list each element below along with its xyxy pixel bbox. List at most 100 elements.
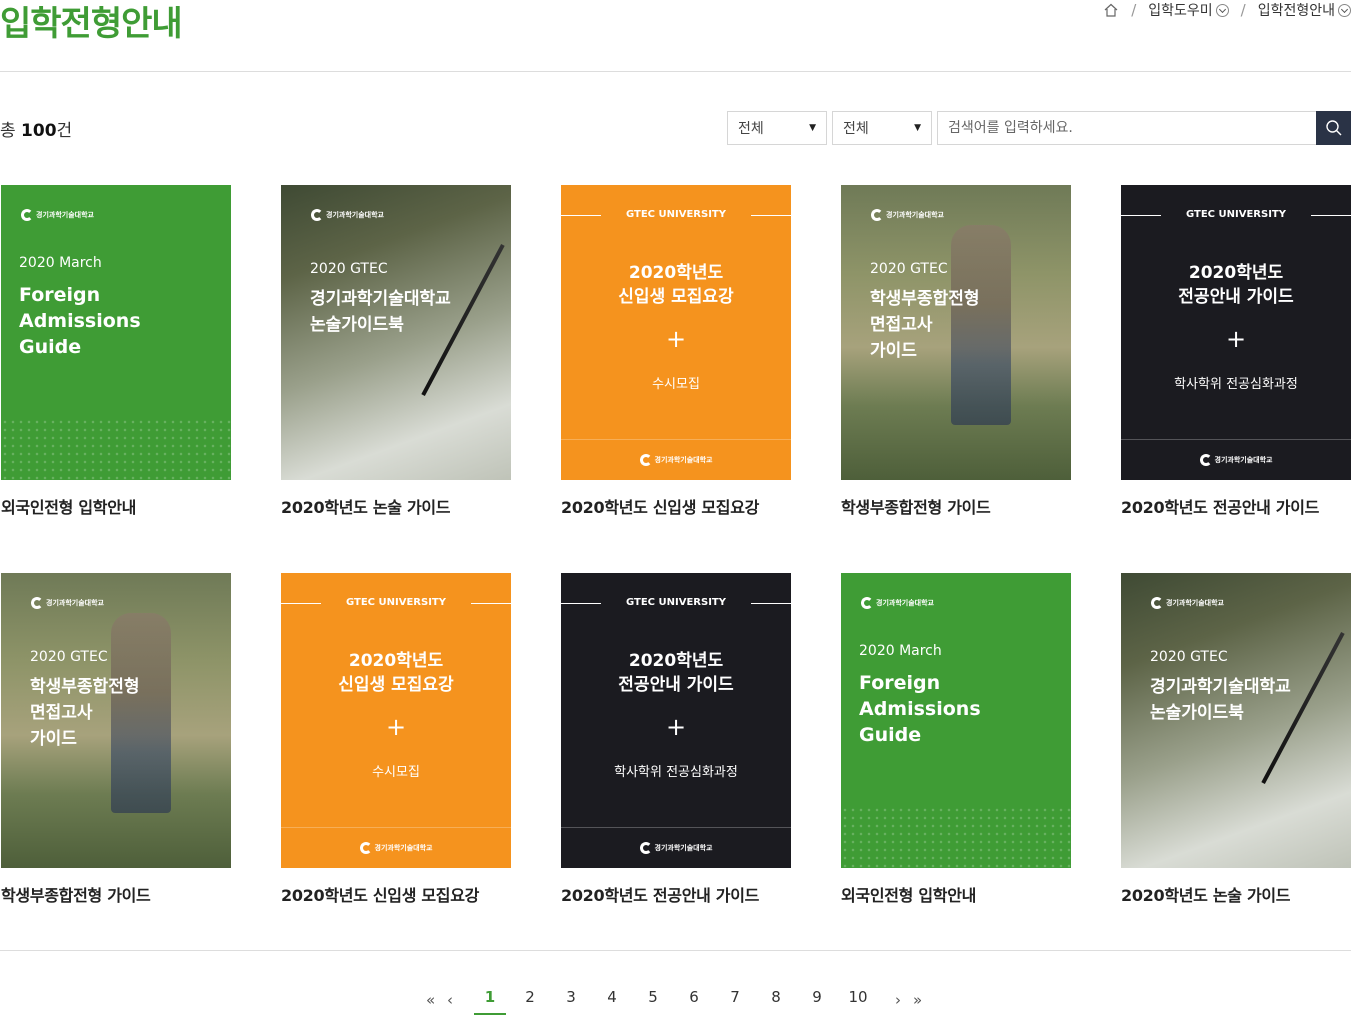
publication-card[interactable]: GTEC UNIVERSITY 2020학년도 신입생 모집요강 + 수시모집경기과학… — [561, 185, 791, 518]
publication-card[interactable]: GTEC UNIVERSITY 2020학년도 신입생 모집요강 + 수시모집 경기과학… — [281, 573, 511, 906]
card-title[interactable]: 2020학년도 신입생 모집요강 — [281, 882, 511, 906]
card-title[interactable]: 학생부종합전형 가이드 — [1, 882, 231, 906]
plus-icon: + — [665, 713, 687, 741]
logo-mark-icon — [359, 842, 372, 854]
cover-image[interactable]: GTEC UNIVERSITY 2020학년도 신입생 모집요강 + 수시모집 경기과학… — [281, 573, 511, 868]
cover-footer: 경기과학기술대학교 — [561, 827, 791, 868]
cover-heading: 경기과학기술대학교 논술가이드북 — [1150, 677, 1291, 723]
publication-card[interactable]: 경기과학기술대학교 2020 GTEC 학생부종합전형 면접고사 가이드학생부종합전… — [841, 185, 1071, 518]
cover-image[interactable]: GTEC UNIVERSITY 2020학년도 전공안내 가이드 + 학사학위 전공심… — [561, 573, 791, 868]
home-icon[interactable] — [1103, 2, 1119, 18]
cover-image[interactable]: GTEC UNIVERSITY 2020학년도 전공안내 가이드 + 학사학위 전공심… — [1121, 185, 1351, 480]
logo-text: 경기과학기술대학교 — [1214, 456, 1273, 464]
cover-image[interactable]: 경기과학기술대학교 2020 GTEC 경기과학기술대학교 논술가이드북 — [1121, 573, 1351, 868]
page-link[interactable]: 5 — [641, 988, 665, 1006]
cover-image[interactable]: 경기과학기술대학교 2020 GTEC 학생부종합전형 면접고사 가이드 — [841, 185, 1071, 480]
page-link[interactable]: 3 — [559, 988, 583, 1006]
band-label: GTEC UNIVERSITY — [626, 597, 726, 608]
chevron-down-icon[interactable] — [1215, 3, 1229, 17]
logo-mark-icon — [861, 597, 873, 609]
plus-icon: + — [665, 325, 687, 353]
logo-mark-icon — [639, 842, 652, 854]
logo-mark-icon — [31, 597, 43, 609]
cover-image[interactable]: 경기과학기술대학교 2020 GTEC 경기과학기술대학교 논술가이드북 — [281, 185, 511, 480]
cover-subtitle: 2020 GTEC — [310, 261, 388, 277]
category-select-1[interactable]: 전체 ▼ — [727, 111, 827, 145]
cover-subtitle: 2020 March — [19, 255, 102, 271]
publication-card[interactable]: GTEC UNIVERSITY 2020학년도 전공안내 가이드 + 학사학위 전공심… — [561, 573, 791, 906]
publication-card[interactable]: 경기과학기술대학교 2020 GTEC 경기과학기술대학교 논술가이드북 2020학년… — [281, 185, 511, 518]
card-title[interactable]: 2020학년도 신입생 모집요강 — [561, 494, 791, 518]
dropdown-arrow-icon: ▼ — [809, 123, 816, 133]
logo-text: 경기과학기술대학교 — [654, 456, 713, 464]
page-link[interactable]: 4 — [600, 988, 624, 1006]
card-title[interactable]: 외국인전형 입학안내 — [841, 882, 1071, 906]
card-title[interactable]: 2020학년도 전공안내 가이드 — [1121, 494, 1351, 518]
select-value: 전체 — [843, 121, 869, 137]
cover-heading: 2020학년도 신입생 모집요강 — [618, 263, 734, 307]
total-count: 총 100건 — [0, 116, 72, 141]
cover-image[interactable]: 경기과학기술대학교 2020 March Foreign Admissions Gu… — [841, 573, 1071, 868]
page-link[interactable]: 1 — [478, 988, 502, 1006]
logo-mark-icon — [1151, 597, 1163, 609]
search-input[interactable] — [937, 111, 1316, 145]
publication-card[interactable]: 경기과학기술대학교 2020 GTEC 학생부종합전형 면접고사 가이드 학생부종합전… — [1, 573, 231, 906]
logo-text: 경기과학기술대학교 — [326, 211, 384, 219]
cover-heading: Foreign Admissions Guide — [859, 672, 981, 746]
prev-page-icon[interactable]: ‹ — [447, 991, 453, 1009]
publication-card[interactable]: 경기과학기술대학교 2020 GTEC 경기과학기술대학교 논술가이드북 2020학년… — [1121, 573, 1351, 906]
cover-image[interactable]: 경기과학기술대학교 2020 March Foreign Admissions Gu… — [1, 185, 231, 480]
university-logo: 경기과학기술대학교 — [1151, 597, 1224, 609]
cover-heading: 학생부종합전형 면접고사 가이드 — [30, 677, 140, 749]
cover-subtitle: 2020 GTEC — [870, 261, 948, 277]
card-title[interactable]: 외국인전형 입학안내 — [1, 494, 231, 518]
category-select-2[interactable]: 전체 ▼ — [832, 111, 932, 145]
breadcrumb-level1[interactable]: 입학도우미 — [1148, 0, 1212, 20]
card-title[interactable]: 2020학년도 논술 가이드 — [1121, 882, 1351, 906]
breadcrumb-level2[interactable]: 입학전형안내 — [1258, 0, 1335, 20]
search-button[interactable] — [1316, 111, 1351, 145]
cover-footer: 경기과학기술대학교 — [281, 827, 511, 868]
university-logo: 경기과학기술대학교 — [639, 454, 713, 466]
card-title[interactable]: 2020학년도 전공안내 가이드 — [561, 882, 791, 906]
page-link[interactable]: 2 — [518, 988, 542, 1006]
dropdown-arrow-icon: ▼ — [914, 123, 921, 133]
university-logo: 경기과학기술대학교 — [359, 842, 432, 854]
publication-card[interactable]: 경기과학기술대학교 2020 March Foreign Admissions Gu… — [841, 573, 1071, 906]
page-title: 입학전형안내 — [0, 4, 183, 44]
cover-image[interactable]: GTEC UNIVERSITY 2020학년도 신입생 모집요강 + 수시모집경기과학… — [561, 185, 791, 480]
logo-text: 경기과학기술대학교 — [1166, 599, 1224, 607]
publication-card[interactable]: GTEC UNIVERSITY 2020학년도 전공안내 가이드 + 학사학위 전공심… — [1121, 185, 1351, 518]
logo-text: 경기과학기술대학교 — [886, 211, 944, 219]
cover-band: GTEC UNIVERSITY — [1121, 195, 1351, 245]
dot-pattern — [841, 806, 1071, 868]
next-page-icon[interactable]: › — [895, 991, 901, 1009]
total-number: 100 — [21, 121, 57, 141]
dot-pattern — [1, 418, 231, 480]
cover-subtitle: 2020 March — [859, 643, 942, 659]
university-logo: 경기과학기술대학교 — [639, 842, 712, 854]
breadcrumb-separator: / — [1240, 1, 1246, 19]
cover-heading: 학생부종합전형 면접고사 가이드 — [870, 289, 980, 361]
search-icon — [1325, 120, 1341, 136]
page-link[interactable]: 6 — [682, 988, 706, 1006]
page-link[interactable]: 7 — [723, 988, 747, 1006]
breadcrumb-separator: / — [1131, 1, 1137, 19]
cover-footer: 경기과학기술대학교 — [1121, 439, 1351, 480]
first-page-icon[interactable]: « — [426, 991, 435, 1009]
page-link[interactable]: 8 — [764, 988, 788, 1006]
last-page-icon[interactable]: » — [913, 991, 922, 1009]
card-title[interactable]: 2020학년도 논술 가이드 — [281, 494, 511, 518]
plus-icon: + — [385, 713, 407, 741]
cover-band: GTEC UNIVERSITY — [561, 195, 791, 245]
publication-card[interactable]: 경기과학기술대학교 2020 March Foreign Admissions Gu… — [1, 185, 231, 518]
cover-caption: 수시모집 — [652, 377, 700, 392]
page-link[interactable]: 9 — [805, 988, 829, 1006]
chevron-down-icon[interactable] — [1338, 3, 1351, 17]
band-label: GTEC UNIVERSITY — [626, 209, 726, 220]
cover-image[interactable]: 경기과학기술대학교 2020 GTEC 학생부종합전형 면접고사 가이드 — [1, 573, 231, 868]
cover-heading: 경기과학기술대학교 논술가이드북 — [310, 289, 451, 335]
page-link[interactable]: 10 — [846, 988, 870, 1006]
divider — [0, 950, 1351, 951]
card-title[interactable]: 학생부종합전형 가이드 — [841, 494, 1071, 518]
